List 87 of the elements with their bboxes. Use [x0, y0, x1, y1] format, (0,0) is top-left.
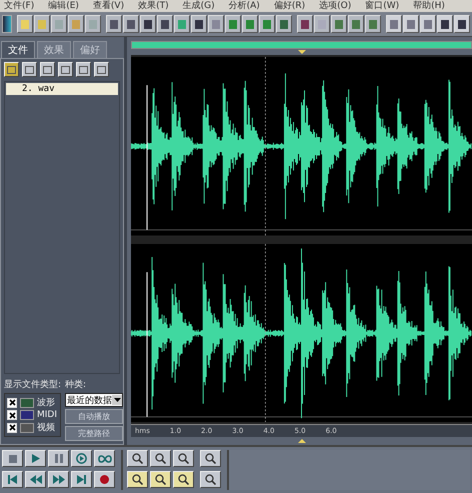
zoom-button[interactable]: [127, 450, 148, 467]
toolbar-button[interactable]: [208, 15, 224, 33]
stop-button[interactable]: [2, 450, 23, 467]
skip-forward-icon: [77, 475, 86, 484]
circled-play-icon: [76, 453, 87, 464]
panel-button[interactable]: 自动播放: [65, 409, 124, 424]
toolbar-button[interactable]: [17, 15, 33, 33]
magnifier-icon: [155, 453, 166, 464]
checkbox[interactable]: [7, 422, 17, 432]
fast-forward-button[interactable]: [48, 471, 69, 488]
toolbar-button[interactable]: [386, 15, 402, 33]
loop-icon: [98, 454, 112, 462]
toolbar-button[interactable]: [420, 15, 436, 33]
record-button[interactable]: [94, 471, 115, 488]
toolbar-button[interactable]: [34, 15, 50, 33]
checkbox[interactable]: [7, 398, 17, 408]
menu-item[interactable]: 效果(T): [138, 0, 169, 12]
logo-icon: [2, 15, 12, 33]
zoom-button[interactable]: [127, 471, 148, 488]
magnifier-icon: [155, 474, 166, 485]
fast-forward-icon: [52, 475, 64, 484]
toolbar-button[interactable]: [106, 15, 122, 33]
panel-tab[interactable]: 文件: [1, 41, 35, 58]
menu-item[interactable]: 帮助(H): [413, 0, 445, 12]
play-button[interactable]: [71, 450, 92, 467]
magnifier-icon: [178, 453, 189, 464]
magnifier-icon: [178, 474, 189, 485]
toolbar-button[interactable]: [454, 15, 470, 33]
toolbar-button[interactable]: [437, 15, 453, 33]
toolbar-button[interactable]: [51, 15, 67, 33]
panel-button[interactable]: 完整路径: [65, 426, 124, 441]
file-type-label: MIDI: [37, 410, 58, 420]
zoom-button[interactable]: [150, 471, 171, 488]
rewind-button[interactable]: [25, 471, 46, 488]
sort-label: 种类:: [65, 378, 88, 391]
toolbar-button[interactable]: [174, 15, 190, 33]
toolbar-button[interactable]: [225, 15, 241, 33]
rewind-icon: [30, 475, 42, 484]
toolbar-button[interactable]: [157, 15, 173, 33]
zoom-button[interactable]: [173, 471, 194, 488]
toolbar-button[interactable]: [276, 15, 292, 33]
file-item[interactable]: 2. wav: [6, 83, 118, 95]
menu-item[interactable]: 偏好(R): [274, 0, 306, 12]
magnifier-icon: [132, 453, 143, 464]
pause-button[interactable]: [48, 450, 69, 467]
menu-item[interactable]: 查看(V): [92, 0, 124, 12]
toolbar-button[interactable]: [331, 15, 347, 33]
zoom-button[interactable]: [150, 450, 171, 467]
toolbar-button[interactable]: [123, 15, 139, 33]
filter-label: 显示文件类型:: [4, 378, 62, 391]
magnifier-icon: [205, 474, 216, 485]
dropdown-arrow-icon: [114, 398, 121, 402]
menu-item[interactable]: 编辑(E): [48, 0, 79, 12]
toolbar-button[interactable]: [140, 15, 156, 33]
toolbar-button[interactable]: [365, 15, 381, 33]
play-button[interactable]: [25, 450, 46, 467]
toolbar-button[interactable]: [348, 15, 364, 33]
toolbar-button[interactable]: [403, 15, 419, 33]
toolbar-button[interactable]: [314, 15, 330, 33]
file-type-label: 视频: [37, 422, 55, 434]
toolbar-button[interactable]: [242, 15, 258, 33]
menu-item[interactable]: 分析(A): [228, 0, 260, 12]
skip-back-icon: [8, 475, 17, 484]
loop-button[interactable]: [94, 450, 115, 467]
record-icon: [100, 475, 109, 484]
menu-item[interactable]: 选项(O): [319, 0, 352, 12]
toolbar-button[interactable]: [259, 15, 275, 33]
vertical-zoom-button[interactable]: [200, 450, 221, 467]
toolbar-button[interactable]: [297, 15, 313, 33]
stop-icon: [8, 454, 16, 462]
menu-item[interactable]: 窗口(W): [365, 0, 400, 12]
menu-item[interactable]: 文件(F): [4, 0, 34, 12]
menu-item[interactable]: 生成(G): [182, 0, 215, 12]
zoom-button[interactable]: [173, 450, 194, 467]
sort-dropdown[interactable]: 最近的数据: [65, 393, 124, 407]
play-icon: [32, 454, 40, 463]
pause-icon: [54, 454, 62, 463]
vertical-zoom-button[interactable]: [200, 471, 221, 488]
magnifier-icon: [205, 453, 216, 464]
go-to-start-button[interactable]: [2, 471, 23, 488]
go-to-end-button[interactable]: [71, 471, 92, 488]
checkbox[interactable]: [7, 410, 17, 420]
toolbar-button[interactable]: [191, 15, 207, 33]
toolbar-button[interactable]: [85, 15, 101, 33]
toolbar-button[interactable]: [68, 15, 84, 33]
file-type-label: 波形: [37, 396, 55, 409]
magnifier-icon: [132, 474, 143, 485]
